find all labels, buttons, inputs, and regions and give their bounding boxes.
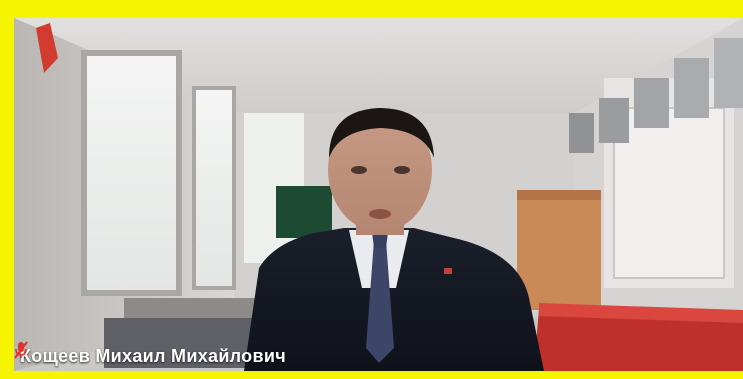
- video-scene: [14, 18, 743, 371]
- mic-muted-icon[interactable]: [14, 341, 28, 359]
- participant-name: Кощеев Михаил Михайлович: [20, 345, 286, 366]
- participant-name-tag: Кощеев Михаил Михайлович: [14, 341, 296, 371]
- participant-video[interactable]: Кощеев Михаил Михайлович: [14, 18, 743, 371]
- video-tile-frame: Кощеев Михаил Михайлович: [0, 0, 743, 379]
